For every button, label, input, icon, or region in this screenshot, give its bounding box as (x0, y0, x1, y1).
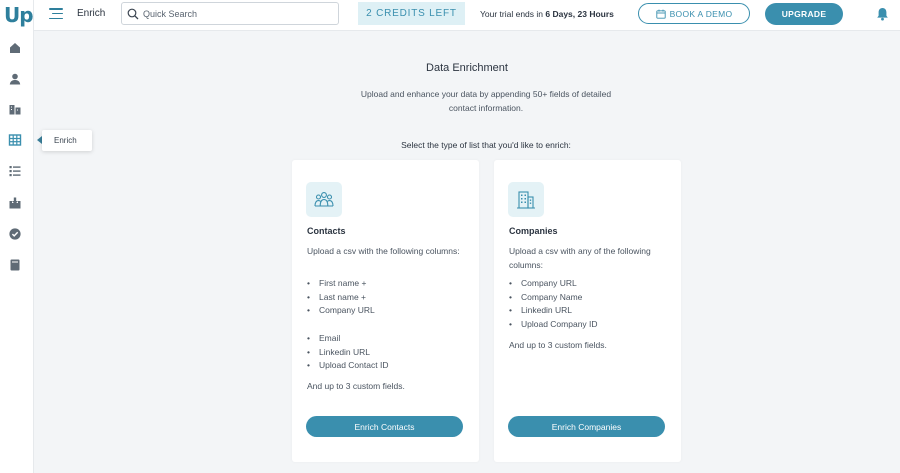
list-item: Company Name (509, 291, 598, 305)
list-item: Linkedin URL (509, 304, 598, 318)
people-group-icon (306, 182, 342, 217)
companies-card-title: Companies (509, 226, 558, 236)
search-input[interactable] (143, 8, 323, 19)
list-item: Last name + (307, 291, 375, 305)
book-demo-label: BOOK A DEMO (669, 8, 733, 19)
list-item: Email (307, 332, 388, 346)
home-icon[interactable] (8, 41, 22, 55)
enrich-companies-button[interactable]: Enrich Companies (508, 416, 665, 437)
contacts-custom-fields-note: And up to 3 custom fields. (307, 381, 405, 391)
select-list-type-label: Select the type of list that you'd like … (401, 140, 571, 150)
companies-card-description: Upload a csv with any of the following c… (509, 246, 651, 270)
office-building-icon (508, 182, 544, 217)
list-item: Company URL (307, 304, 375, 318)
contacts-required-columns: First name + Last name + Company URL (307, 277, 375, 318)
contacts-card-title: Contacts (307, 226, 346, 236)
page-description: Upload and enhance your data by appendin… (360, 89, 612, 113)
book-demo-button[interactable]: BOOK A DEMO (638, 3, 750, 24)
building-icon[interactable] (8, 102, 22, 116)
upgrade-button[interactable]: UPGRADE (765, 3, 843, 25)
page-title: Data Enrichment (426, 62, 508, 74)
book-icon[interactable] (8, 258, 22, 272)
app-logo[interactable]: Up (4, 3, 34, 27)
credits-badge: 2 CREDITS LEFT (358, 2, 465, 25)
sidebar: Up (0, 0, 34, 473)
list-icon[interactable] (8, 164, 22, 178)
enrich-contacts-button[interactable]: Enrich Contacts (306, 416, 463, 437)
search-box[interactable] (121, 2, 339, 25)
contacts-alternative-columns: Email Linkedin URL Upload Contact ID (307, 332, 388, 373)
trial-remaining: 6 Days, 23 Hours (545, 9, 614, 19)
search-icon (127, 8, 139, 19)
contacts-card: Contacts Upload a csv with the following… (292, 160, 479, 462)
hamburger-menu-icon[interactable] (49, 8, 63, 20)
calendar-icon (655, 9, 666, 19)
trial-status: Your trial ends in 6 Days, 23 Hours (480, 9, 614, 19)
person-icon[interactable] (8, 72, 22, 86)
table-icon[interactable] (8, 133, 22, 147)
list-item: Upload Company ID (509, 318, 598, 332)
companies-custom-fields-note: And up to 3 custom fields. (509, 340, 607, 350)
list-item: Linkedin URL (307, 346, 388, 360)
companies-card: Companies Upload a csv with any of the f… (494, 160, 681, 462)
download-icon[interactable] (8, 196, 22, 210)
list-item: Upload Contact ID (307, 359, 388, 373)
trial-prefix: Your trial ends in (480, 9, 546, 19)
notification-bell-icon[interactable] (876, 7, 889, 21)
list-item: Company URL (509, 277, 598, 291)
top-header: Enrich 2 CREDITS LEFT Your trial ends in… (34, 0, 900, 31)
list-item: First name + (307, 277, 375, 291)
page-name: Enrich (77, 8, 106, 19)
check-circle-icon[interactable] (8, 227, 22, 241)
contacts-card-description: Upload a csv with the following columns: (307, 246, 460, 256)
companies-columns: Company URL Company Name Linkedin URL Up… (509, 277, 598, 332)
